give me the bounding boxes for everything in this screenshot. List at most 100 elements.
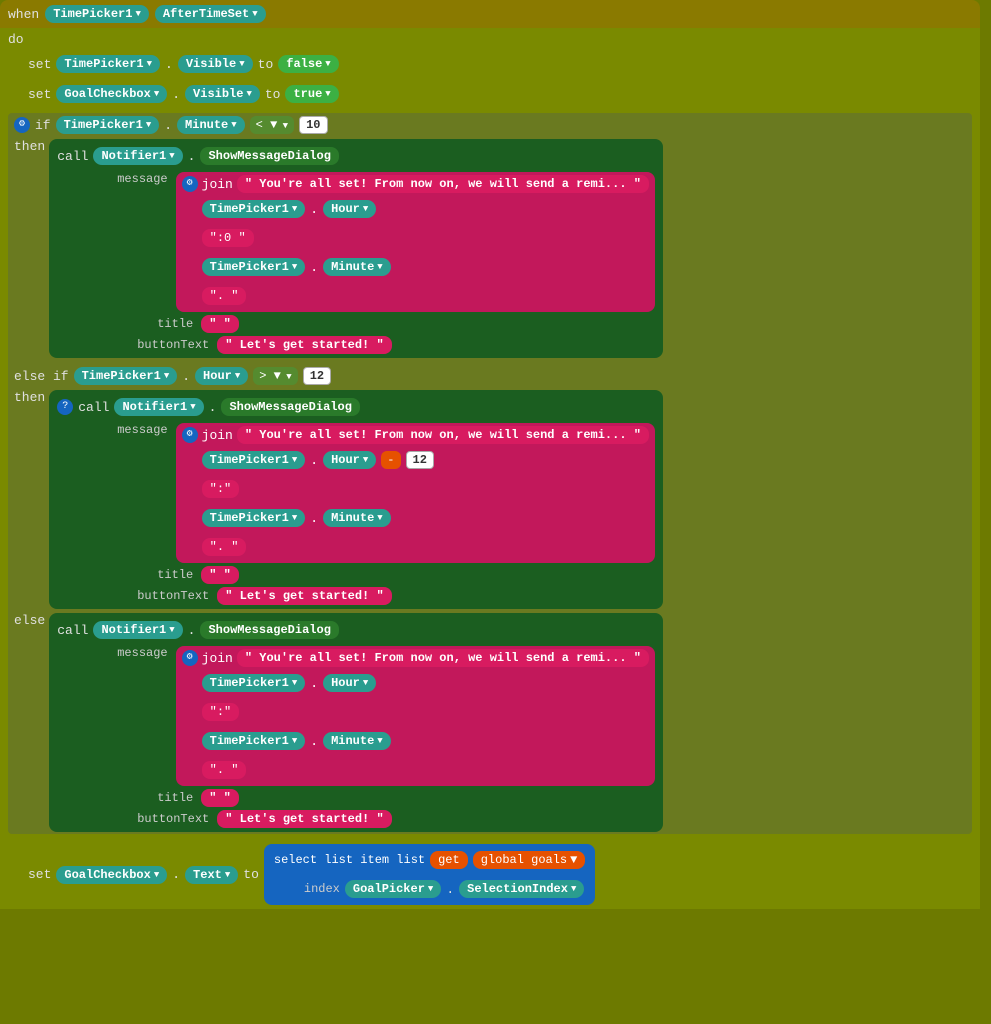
- true-value[interactable]: true: [285, 85, 338, 103]
- goalcheckbox-set2[interactable]: GoalCheckbox: [56, 85, 167, 103]
- call-show-block-2: ? call Notifier1 . ShowMessageDialog mes…: [49, 390, 663, 609]
- join-block-3: ⚙ join " You're all set! From now on, we…: [176, 646, 655, 786]
- visible-prop-1[interactable]: Visible: [178, 55, 253, 73]
- dot-if: .: [164, 118, 172, 133]
- tp2-hour-comp[interactable]: TimePicker1: [202, 451, 306, 469]
- hour-prop-2[interactable]: Hour: [323, 451, 376, 469]
- selection-index-prop[interactable]: SelectionIndex: [459, 880, 584, 898]
- minute-prop-if[interactable]: Minute: [177, 116, 245, 134]
- timepicker1-elseif[interactable]: TimePicker1: [74, 367, 178, 385]
- else-if-keyword: else if: [14, 369, 69, 384]
- dot-2: .: [172, 87, 180, 102]
- tp1-hour-row: TimePicker1 . Hour: [202, 196, 649, 222]
- msg1-string: " You're all set! From now on, we will s…: [237, 175, 649, 193]
- global-goals-block[interactable]: global goals ▼: [473, 851, 586, 869]
- btn-val-1: " Let's get started! ": [217, 336, 391, 354]
- visible-prop-2[interactable]: Visible: [185, 85, 260, 103]
- dot-call1: .: [188, 149, 196, 164]
- get-block: get: [430, 851, 468, 869]
- set-visible-false-row: set TimePicker1 . Visible to false: [28, 51, 972, 77]
- else-block-wrapper: else call Notifier1 . ShowMessageDialog …: [8, 611, 972, 834]
- title-val-2: " ": [201, 566, 239, 584]
- do-keyword: do: [8, 32, 972, 47]
- tp1-hour-comp[interactable]: TimePicker1: [202, 200, 306, 218]
- colon2-row: ":": [202, 699, 649, 725]
- minute-prop-2[interactable]: Minute: [323, 509, 391, 527]
- join-header-1: ⚙ join " You're all set! From now on, we…: [182, 175, 649, 193]
- tp2-minute-comp[interactable]: TimePicker1: [202, 509, 306, 527]
- after-time-set-event[interactable]: AfterTimeSet: [155, 5, 266, 23]
- join-header-2: ⚙ join " You're all set! From now on, we…: [182, 426, 649, 444]
- dot-2-str: ". ": [202, 538, 247, 556]
- then-keyword-2: then: [14, 390, 45, 405]
- index-label: index: [304, 882, 340, 896]
- if-keyword: if: [35, 118, 51, 133]
- title-val-1: " ": [201, 315, 239, 333]
- dot2-row: ". ": [202, 534, 649, 560]
- hour-prop-3[interactable]: Hour: [323, 674, 376, 692]
- set-keyword-1: set: [28, 57, 51, 72]
- show-message-dialog-3[interactable]: ShowMessageDialog: [200, 621, 338, 639]
- minute-prop-3[interactable]: Minute: [323, 732, 391, 750]
- gt-comparator[interactable]: > ▼: [253, 367, 297, 385]
- set-goalcheckbox-text-block: set GoalCheckbox . Text to select list i…: [28, 844, 972, 905]
- colon1-row: ":": [202, 476, 649, 502]
- goalcheckbox-set3[interactable]: GoalCheckbox: [56, 866, 167, 884]
- btn-val-2: " Let's get started! ": [217, 587, 391, 605]
- join-header-3: ⚙ join " You're all set! From now on, we…: [182, 649, 649, 667]
- message-label-1: message: [117, 172, 167, 186]
- dot-call3: .: [188, 623, 196, 638]
- gear-icon-join1: ⚙: [182, 176, 198, 192]
- dot-1-str: ". ": [202, 287, 247, 305]
- set-keyword-2: set: [28, 87, 51, 102]
- message-label-3: message: [117, 646, 167, 660]
- tp1-minute-row: TimePicker1 . Minute: [202, 254, 649, 280]
- lt-comparator[interactable]: < ▼: [250, 116, 294, 134]
- colon-1: ":": [202, 480, 240, 498]
- text-prop-3[interactable]: Text: [185, 866, 238, 884]
- timepicker1-component[interactable]: TimePicker1: [45, 5, 149, 23]
- btn-text-row-2: buttonText " Let's get started! ": [137, 587, 655, 605]
- hour-prop-elseif[interactable]: Hour: [195, 367, 248, 385]
- title-label-2: title: [157, 568, 193, 582]
- call-block-1: call Notifier1 . ShowMessageDialog: [57, 143, 655, 169]
- if-container: ⚙ if TimePicker1 . Minute < ▼ 10 then ca…: [8, 113, 972, 834]
- tp3-hour-comp[interactable]: TimePicker1: [202, 674, 306, 692]
- title-row-3: title " ": [157, 789, 655, 807]
- then-block-2-wrapper: then ? call Notifier1 . ShowMessageDialo…: [8, 388, 972, 611]
- minute-prop-1[interactable]: Minute: [323, 258, 391, 276]
- msg3-string: " You're all set! From now on, we will s…: [237, 649, 649, 667]
- value-12-2[interactable]: 12: [406, 451, 434, 469]
- tp1-minute-comp[interactable]: TimePicker1: [202, 258, 306, 276]
- colon0-row: ":0 ": [202, 225, 649, 251]
- notifier1-call3[interactable]: Notifier1: [93, 621, 182, 639]
- false-value[interactable]: false: [278, 55, 338, 73]
- dropdown-arrow-global: ▼: [570, 853, 577, 867]
- timepicker1-if[interactable]: TimePicker1: [56, 116, 160, 134]
- dot-3-str: ". ": [202, 761, 247, 779]
- dot-goalpicker: .: [446, 882, 454, 897]
- value-12[interactable]: 12: [303, 367, 331, 385]
- notifier1-call1[interactable]: Notifier1: [93, 147, 182, 165]
- tp2-hour-row: TimePicker1 . Hour - 12: [202, 447, 649, 473]
- message-row-2: message ⚙ join " You're all set! From no…: [117, 423, 655, 563]
- if-header: ⚙ if TimePicker1 . Minute < ▼ 10: [8, 113, 972, 137]
- goal-picker-comp[interactable]: GoalPicker: [345, 880, 441, 898]
- do-block: do set TimePicker1 . Visible to false se…: [0, 28, 980, 909]
- tp3-minute-comp[interactable]: TimePicker1: [202, 732, 306, 750]
- hour-prop-1[interactable]: Hour: [323, 200, 376, 218]
- title-val-3: " ": [201, 789, 239, 807]
- show-message-dialog-1[interactable]: ShowMessageDialog: [200, 147, 338, 165]
- join-block-2: ⚙ join " You're all set! From now on, we…: [176, 423, 655, 563]
- show-message-dialog-2[interactable]: ShowMessageDialog: [221, 398, 359, 416]
- outer-container: when TimePicker1 AfterTimeSet do set Tim…: [0, 0, 980, 909]
- when-keyword: when: [8, 7, 39, 22]
- value-10[interactable]: 10: [299, 116, 327, 134]
- timepicker1-set1[interactable]: TimePicker1: [56, 55, 160, 73]
- join-block-1: ⚙ join " You're all set! From now on, we…: [176, 172, 655, 312]
- minus-op: -: [381, 451, 400, 469]
- dot-elseif: .: [182, 369, 190, 384]
- notifier1-call2[interactable]: Notifier1: [114, 398, 203, 416]
- msg2-string: " You're all set! From now on, we will s…: [237, 426, 649, 444]
- call-block-3: call Notifier1 . ShowMessageDialog: [57, 617, 655, 643]
